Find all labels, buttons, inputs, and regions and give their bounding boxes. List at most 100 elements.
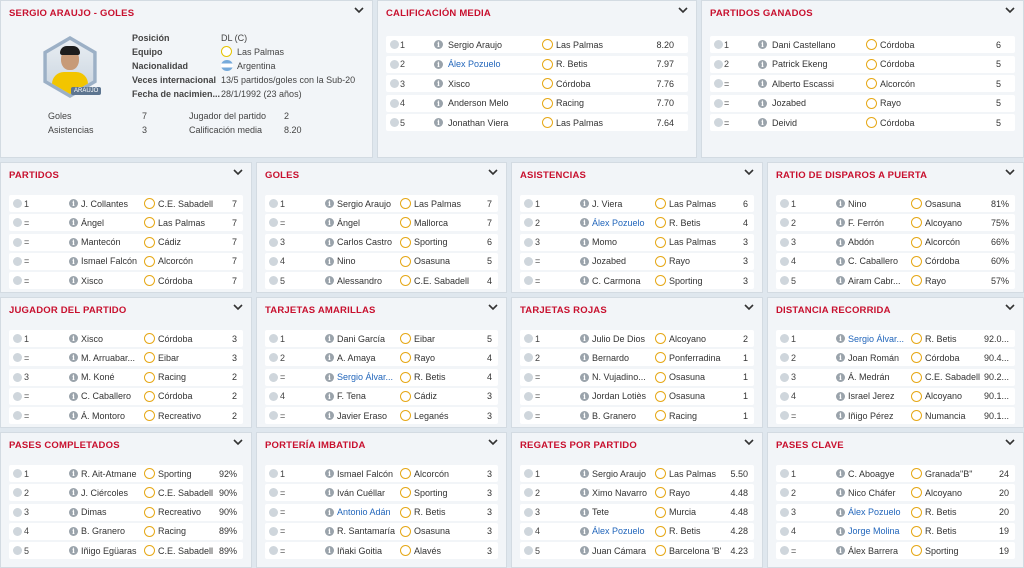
club-name[interactable]: R. Betis (414, 507, 474, 517)
ranking-row[interactable]: 3 i Xisco Córdoba 7.76 (386, 75, 688, 92)
player-name[interactable]: Jozabed (772, 98, 862, 108)
chevron-down-icon[interactable] (233, 302, 245, 314)
club-name[interactable]: Sporting (414, 488, 474, 498)
club-name[interactable]: Alcoyano (925, 218, 985, 228)
club-name[interactable]: Sporting (414, 237, 474, 247)
chevron-down-icon[interactable] (488, 437, 500, 449)
ranking-row[interactable]: 2 i Nico Cháfer Alcoyano 20 (776, 484, 1015, 502)
club-name[interactable]: C.E. Sabadell (158, 488, 218, 498)
player-name[interactable]: Iván Cuéllar (337, 488, 407, 498)
player-name[interactable]: Alberto Escassi (772, 79, 862, 89)
player-name[interactable]: F. Ferrón (848, 218, 918, 228)
info-icon[interactable]: i (325, 218, 334, 228)
club-name[interactable]: Sporting (925, 546, 985, 556)
club-name[interactable]: Córdoba (925, 353, 985, 363)
player-name[interactable]: Juan Cámara (592, 546, 662, 556)
ranking-row[interactable]: 2 i F. Ferrón Alcoyano 75% (776, 214, 1015, 232)
club-name[interactable]: Racing (158, 372, 218, 382)
chevron-down-icon[interactable] (1005, 302, 1017, 314)
player-name[interactable]: B. Granero (81, 526, 151, 536)
info-icon[interactable]: i (325, 391, 334, 401)
info-icon[interactable]: i (836, 507, 845, 517)
club-name[interactable]: R. Betis (925, 526, 985, 536)
info-icon[interactable]: i (836, 237, 845, 247)
info-icon[interactable]: i (580, 546, 589, 556)
player-name[interactable]: Xisco (81, 334, 151, 344)
info-icon[interactable]: i (580, 199, 589, 208)
player-name[interactable]: J. Ciércoles (81, 488, 151, 498)
ranking-row[interactable]: = i Jozabed Rayo 5 (710, 94, 1015, 112)
player-name[interactable]: N. Vujadino... (592, 372, 662, 382)
club-name[interactable]: Córdoba (556, 79, 626, 89)
info-icon[interactable]: i (836, 199, 845, 208)
chevron-down-icon[interactable] (1005, 5, 1017, 17)
info-icon[interactable]: i (580, 469, 589, 478)
info-icon[interactable]: i (69, 507, 78, 517)
chevron-down-icon[interactable] (233, 437, 245, 449)
ranking-row[interactable]: 5 i Airam Cabr... Rayo 57% (776, 272, 1015, 290)
info-icon[interactable]: i (836, 276, 845, 286)
player-name[interactable]: R. Santamaría (337, 526, 407, 536)
chevron-down-icon[interactable] (1005, 437, 1017, 449)
ranking-row[interactable]: 3 i Abdón Alcorcón 66% (776, 233, 1015, 251)
ranking-row[interactable]: = i Javier Eraso Leganés 3 (265, 407, 498, 425)
player-name[interactable]: Carlos Castro (337, 237, 407, 247)
ranking-row[interactable]: = i Alberto Escassi Alcorcón 5 (710, 75, 1015, 92)
player-name[interactable]: Á. Medrán (848, 372, 918, 382)
player-name[interactable]: Julio De Dios (592, 334, 662, 344)
info-icon[interactable]: i (325, 507, 334, 517)
chevron-down-icon[interactable] (744, 167, 756, 179)
ranking-row[interactable]: 1 i Julio De Dios Alcoyano 2 (520, 330, 754, 347)
club-name[interactable]: Rayo (669, 488, 729, 498)
club-name[interactable]: Córdoba (158, 334, 218, 344)
info-icon[interactable]: i (836, 218, 845, 228)
player-name[interactable]: C. Carmona (592, 276, 662, 286)
player-name[interactable]: Jorge Molina (848, 526, 918, 536)
club-name[interactable]: Ponferradina (669, 353, 729, 363)
club-name[interactable]: Alcoyano (925, 488, 985, 498)
player-name[interactable]: Anderson Melo (448, 98, 538, 108)
player-name[interactable]: Jordan Lotiès (592, 391, 662, 401)
info-icon[interactable]: i (434, 98, 443, 108)
club-name[interactable]: Numancia (925, 411, 985, 421)
ranking-row[interactable]: = i Iván Cuéllar Sporting 3 (265, 484, 498, 502)
info-icon[interactable]: i (580, 334, 589, 343)
player-name[interactable]: A. Amaya (337, 353, 407, 363)
club-name[interactable]: Rayo (925, 276, 985, 286)
club-name[interactable]: R. Betis (925, 334, 985, 344)
club-name[interactable]: Alcorcón (880, 79, 950, 89)
info-icon[interactable]: i (758, 79, 767, 88)
ranking-row[interactable]: = i M. Arruabar... Eibar 3 (9, 349, 243, 367)
player-name[interactable]: Dimas (81, 507, 151, 517)
ranking-row[interactable]: = i Sergio Álvar... R. Betis 4 (265, 368, 498, 386)
ranking-row[interactable]: = i Jordan Lotiès Osasuna 1 (520, 387, 754, 405)
chevron-down-icon[interactable] (233, 167, 245, 179)
info-icon[interactable]: i (434, 40, 443, 49)
info-icon[interactable]: i (580, 526, 589, 536)
player-name[interactable]: Joan Román (848, 353, 918, 363)
info-icon[interactable]: i (325, 237, 334, 247)
info-icon[interactable]: i (434, 79, 443, 88)
info-icon[interactable]: i (325, 353, 334, 363)
ranking-row[interactable]: = i R. Santamaría Osasuna 3 (265, 522, 498, 540)
club-name[interactable]: Alcorcón (925, 237, 985, 247)
club-name[interactable]: Las Palmas (158, 218, 218, 228)
info-icon[interactable]: i (836, 353, 845, 363)
info-icon[interactable]: i (836, 391, 845, 401)
club-name[interactable]: Cádiz (414, 391, 474, 401)
club-name[interactable]: Alcoyano (925, 391, 985, 401)
ranking-row[interactable]: = i C. Caballero Córdoba 2 (9, 387, 243, 405)
info-icon[interactable]: i (69, 469, 78, 478)
ranking-row[interactable]: 3 i M. Koné Racing 2 (9, 368, 243, 386)
field-value-nationality[interactable]: Argentina (237, 61, 276, 71)
info-icon[interactable]: i (836, 256, 845, 266)
ranking-row[interactable]: 2 i Ximo Navarro Rayo 4.48 (520, 484, 754, 502)
ranking-row[interactable]: = i Álex Barrera Sporting 19 (776, 542, 1015, 560)
info-icon[interactable]: i (325, 546, 334, 556)
info-icon[interactable]: i (580, 256, 589, 266)
ranking-row[interactable]: 2 i J. Ciércoles C.E. Sabadell 90% (9, 484, 243, 502)
info-icon[interactable]: i (69, 488, 78, 498)
club-name[interactable]: Alcorcón (158, 256, 218, 266)
info-icon[interactable]: i (580, 488, 589, 498)
player-name[interactable]: Nino (337, 256, 407, 266)
